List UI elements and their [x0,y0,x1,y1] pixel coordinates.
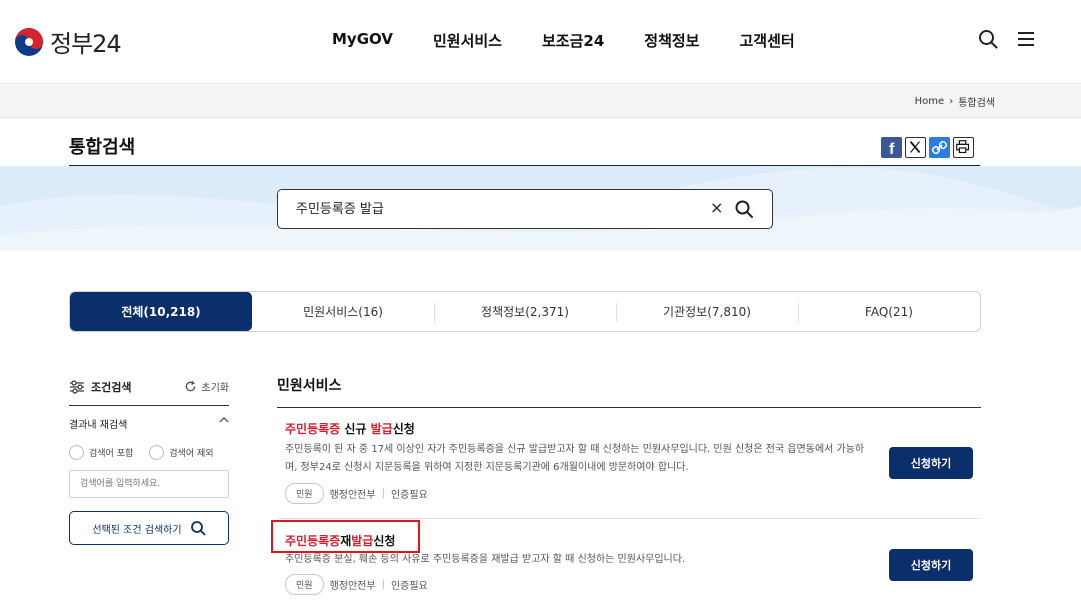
breadcrumb-current: 통합검색 [958,98,995,109]
main-nav: MyGOV 민원서비스 보조금24 정책정보 고객센터 [312,30,815,51]
filter-title: 조건검색 [69,379,131,395]
filter-title-label: 조건검색 [91,381,132,394]
radio-exclude-circle[interactable] [149,445,165,460]
nav-policy[interactable]: 정책정보 [644,30,699,51]
apply-button[interactable]: 신청하기 [889,549,973,581]
agency-label: 행정안전부 [329,581,376,592]
tab-agency[interactable]: 기관정보(7,810) [616,292,798,331]
result-tabs: 전체(10,218) 민원서비스(16) 정책정보(2,371) 기관정보(7,… [69,291,981,332]
result-title-text: 신청 [392,422,415,436]
section-title: 민원서비스 [277,378,342,394]
result-description: 주민등록이 된 자 중 17세 이상인 자가 주민등록증을 신규 발급받고자 할… [285,444,865,473]
result-title-keyword: 주민등록증 [285,422,341,436]
link-copy-icon[interactable] [929,137,950,158]
breadcrumb-bar: Home › 통합검색 [0,85,1081,118]
result-description: 주민등록증 분실, 훼손 등의 사유로 주민등록증을 재발급 받고자 할 때 신… [285,554,686,565]
print-icon[interactable] [953,137,974,158]
section-divider [277,407,981,408]
share-buttons: f [881,137,974,158]
meta-separator: | [381,488,385,499]
radio-exclude[interactable]: 검색어 제외 [149,445,214,460]
search-submit-icon[interactable] [734,199,754,219]
svg-text:f: f [889,141,895,158]
refine-toggle[interactable]: 결과내 재검색 [69,416,229,431]
logo-text: 정부24 [50,30,122,58]
refine-search-button[interactable]: 선택된 조건 검색하기 [69,511,229,545]
search-box: × [277,189,773,229]
refine-search-input[interactable] [69,470,229,498]
apply-button[interactable]: 신청하기 [889,447,973,479]
auth-label: 인증필요 [390,490,428,501]
tab-faq[interactable]: FAQ(21) [798,292,980,331]
refresh-icon [186,380,196,392]
breadcrumb-home[interactable]: Home [915,96,945,107]
result-title-text: 신규 [340,422,371,436]
tab-all[interactable]: 전체(10,218) [70,292,252,331]
refine-label: 결과내 재검색 [69,420,128,431]
auth-label: 인증필요 [390,581,428,592]
tab-civil-service[interactable]: 민원서비스(16) [252,292,434,331]
refine-search-button-label: 선택된 조건 검색하기 [92,524,182,536]
nav-civil-service[interactable]: 민원서비스 [433,30,502,51]
search-icon [190,521,205,536]
refine-options: 검색어 포함 검색어 제외 [69,445,214,460]
chevron-up-icon [219,417,229,423]
highlight-box [271,520,420,553]
filter-header: 조건검색 초기화 [69,376,229,406]
reset-label: 초기화 [201,383,229,394]
breadcrumb: Home › 통합검색 [915,94,995,109]
result-meta: 민원 행정안전부 | 인증필요 [285,483,428,504]
meta-separator: | [381,579,385,590]
radio-include-label: 검색어 포함 [89,449,134,459]
clear-icon[interactable]: × [710,198,723,217]
radio-include[interactable]: 검색어 포함 [69,445,133,460]
facebook-icon[interactable]: f [881,137,902,158]
site-logo[interactable]: 정부24 [14,24,122,59]
chevron-right-icon: › [949,96,954,107]
category-badge: 민원 [285,574,324,595]
search-input[interactable] [296,200,696,215]
search-icon[interactable] [977,28,999,50]
result-meta: 민원 행정안전부 | 인증필요 [285,574,428,595]
radio-include-circle[interactable] [69,445,84,460]
result-divider [277,518,981,519]
reset-button[interactable]: 초기화 [184,379,229,394]
nav-customer-center[interactable]: 고객센터 [739,30,794,51]
tab-policy[interactable]: 정책정보(2,371) [434,292,616,331]
result-title[interactable]: 주민등록증 신규 발급신청 [285,420,415,437]
site-header: 정부24 MyGOV 민원서비스 보조금24 정책정보 고객센터 [0,0,1081,84]
taegeuk-logo-icon [15,27,43,56]
sliders-icon [70,380,84,394]
page-title: 통합검색 [69,137,136,158]
x-twitter-icon[interactable] [905,137,926,158]
result-title-keyword: 발급 [370,422,393,436]
menu-icon[interactable] [1015,28,1037,50]
agency-label: 행정안전부 [329,490,376,501]
radio-exclude-label: 검색어 제외 [169,449,214,459]
category-badge: 민원 [285,483,324,504]
nav-subsidy[interactable]: 보조금24 [542,30,604,51]
nav-mygov[interactable]: MyGOV [332,30,393,51]
